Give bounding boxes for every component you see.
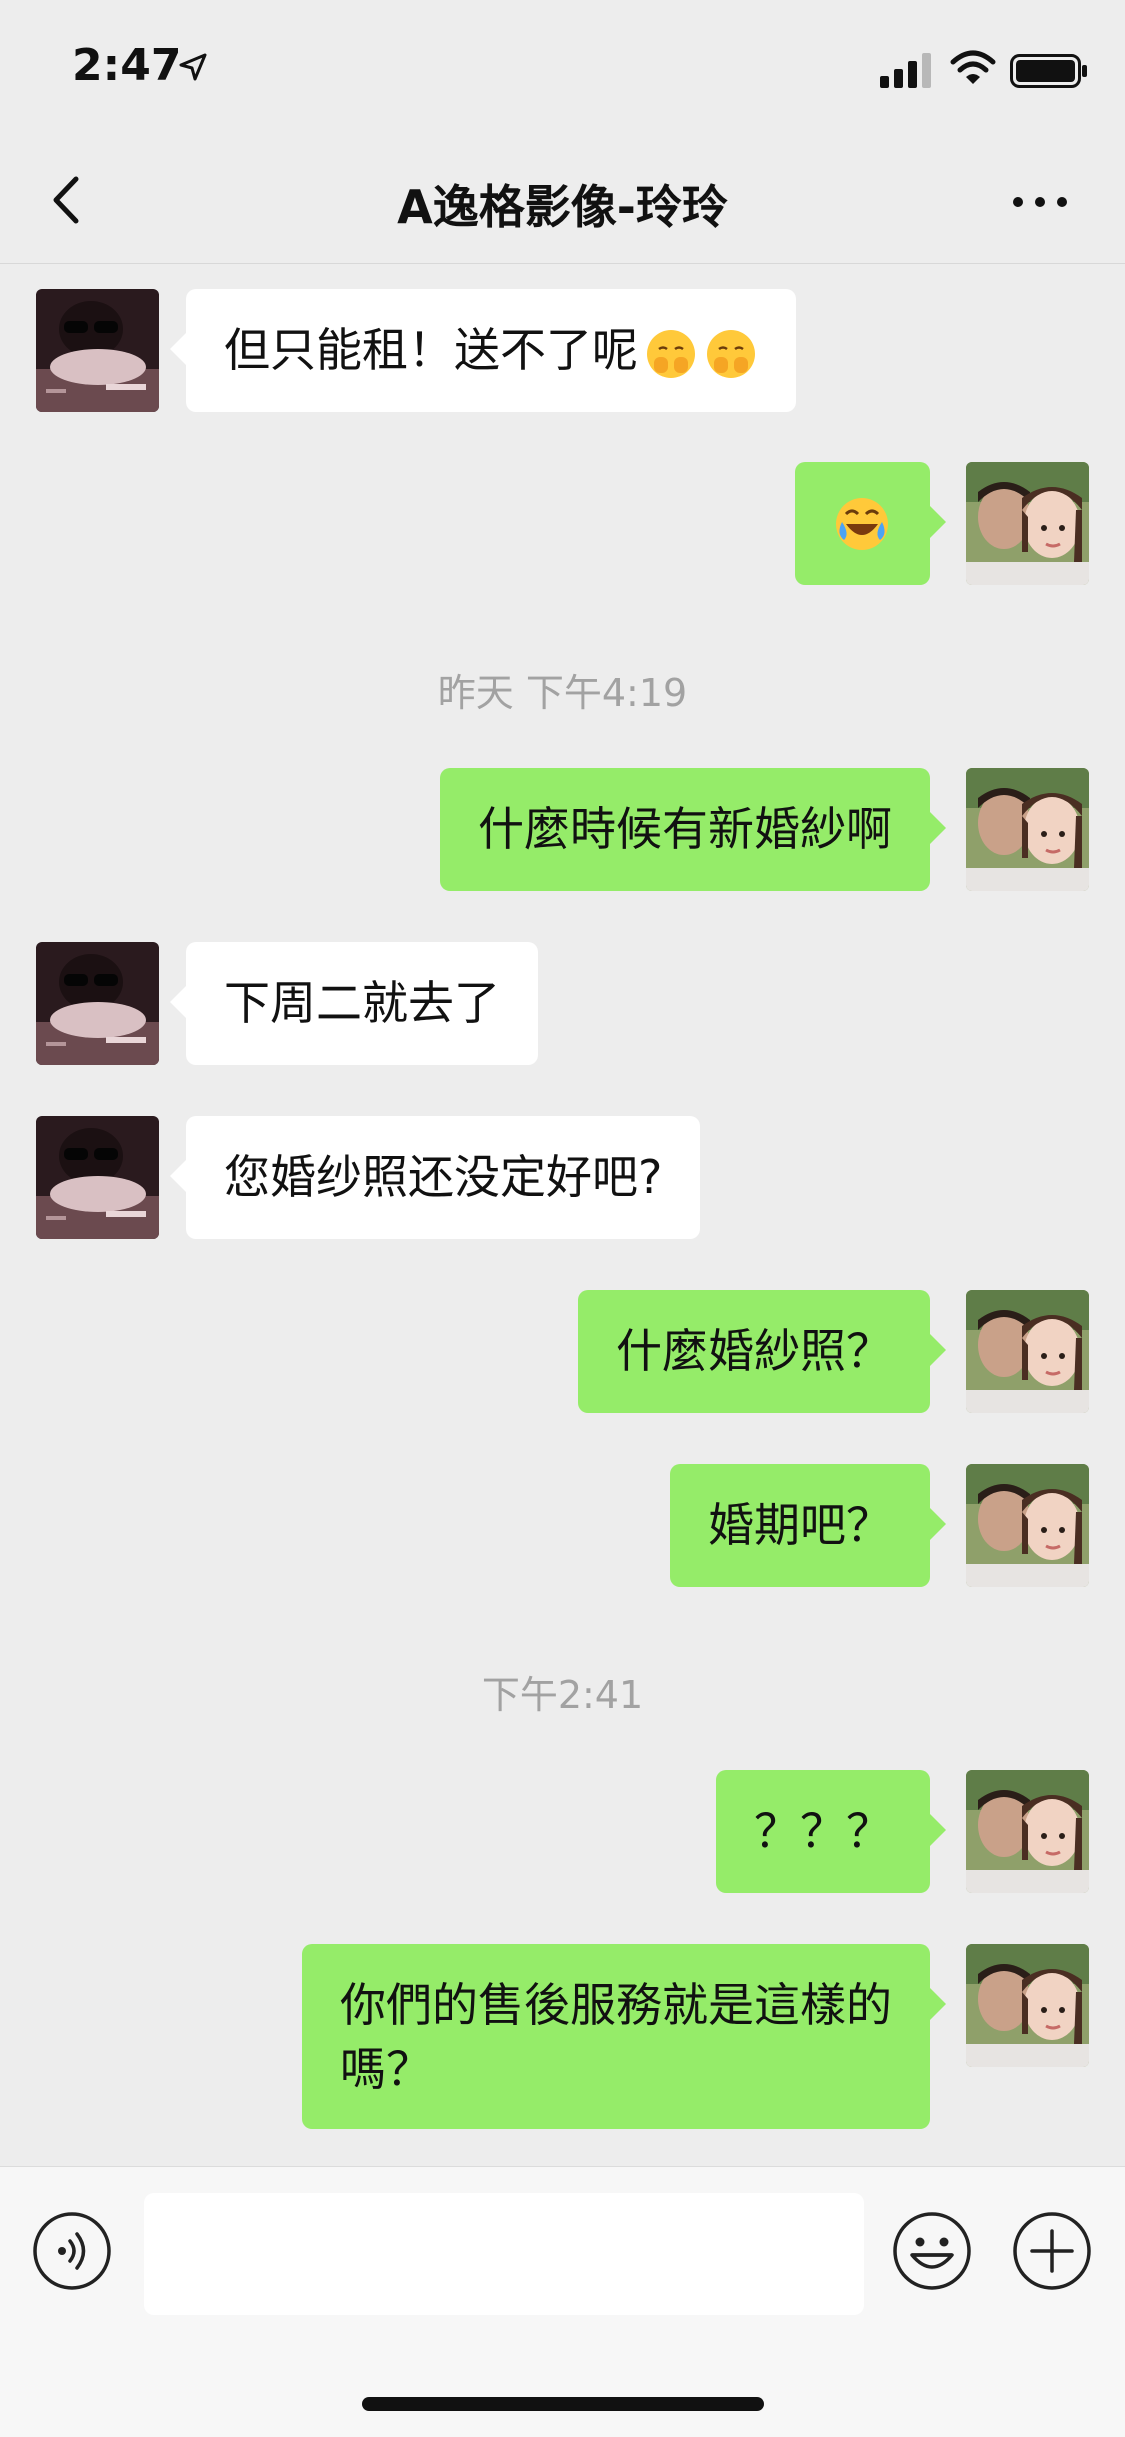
voice-input-icon[interactable] bbox=[32, 2211, 112, 2291]
sent-message-bubble[interactable]: 你們的售後服務就是這樣的 嗎？ bbox=[302, 1944, 946, 2129]
hand-over-mouth-emoji-icon bbox=[644, 327, 698, 381]
status-time: 2:47 bbox=[72, 40, 182, 91]
contact-avatar[interactable] bbox=[36, 1116, 159, 1239]
chat-input-bar bbox=[0, 2166, 1125, 2437]
more-options-icon[interactable] bbox=[1000, 177, 1080, 227]
message-input[interactable] bbox=[144, 2193, 864, 2315]
sent-message-bubble[interactable]: 婚期吧？ bbox=[670, 1464, 946, 1587]
sent-message-bubble[interactable] bbox=[795, 462, 946, 585]
chat-header: A逸格影像-玲玲 bbox=[0, 135, 1125, 264]
message-text-line: 你們的售後服務就是這樣的 bbox=[340, 1978, 892, 2032]
sent-message-bubble[interactable]: ？？？ bbox=[716, 1770, 946, 1893]
hand-over-mouth-emoji-icon bbox=[704, 327, 758, 381]
location-arrow-icon bbox=[179, 53, 207, 81]
home-indicator[interactable] bbox=[362, 2397, 764, 2411]
rolling-on-floor-laughing-emoji-icon bbox=[832, 494, 892, 554]
battery-icon bbox=[1010, 54, 1087, 88]
emoji-picker-icon[interactable] bbox=[892, 2211, 972, 2291]
contact-avatar[interactable] bbox=[36, 942, 159, 1065]
received-message-bubble[interactable]: 下周二就去了 bbox=[170, 942, 538, 1065]
received-message-bubble[interactable]: 您婚纱照还没定好吧? bbox=[169, 1116, 701, 1239]
my-avatar[interactable] bbox=[966, 1290, 1089, 1413]
message-text: 但只能租！送不了呢 bbox=[224, 323, 638, 377]
timestamp: 昨天 下午4:19 bbox=[437, 671, 688, 715]
my-avatar[interactable] bbox=[966, 1944, 1089, 2067]
cellular-signal-icon bbox=[880, 53, 931, 88]
received-message-bubble[interactable]: 但只能租！送不了呢 bbox=[170, 289, 796, 412]
timestamp: 下午2:41 bbox=[481, 1673, 644, 1717]
contact-avatar[interactable] bbox=[36, 289, 159, 412]
my-avatar[interactable] bbox=[966, 1770, 1089, 1893]
back-chevron-icon[interactable] bbox=[40, 165, 100, 235]
wifi-icon bbox=[950, 50, 996, 84]
my-avatar[interactable] bbox=[966, 768, 1089, 891]
my-avatar[interactable] bbox=[966, 462, 1089, 585]
chat-title: A逸格影像-玲玲 bbox=[397, 180, 728, 234]
my-avatar[interactable] bbox=[966, 1464, 1089, 1587]
status-bar: 2:47 bbox=[0, 0, 1125, 135]
message-text-line: 嗎？ bbox=[340, 2042, 432, 2096]
sent-message-bubble[interactable]: 什麼婚紗照？ bbox=[578, 1290, 946, 1413]
plus-add-icon[interactable] bbox=[1012, 2211, 1092, 2291]
sent-message-bubble[interactable]: 什麼時候有新婚紗啊 bbox=[440, 768, 946, 891]
